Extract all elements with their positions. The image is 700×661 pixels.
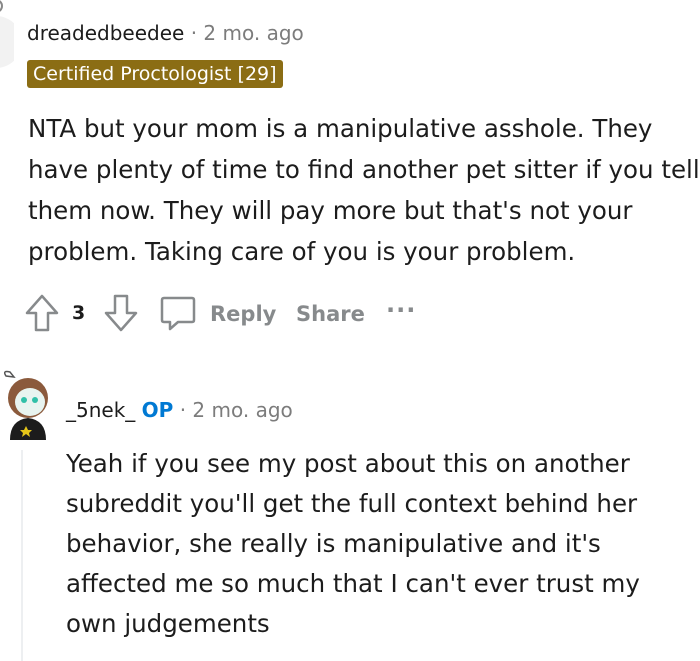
share-button[interactable]: Share	[296, 302, 365, 326]
user-flair: Certified Proctologist [29]	[27, 60, 283, 88]
reply-button[interactable]	[158, 293, 198, 337]
thread-line[interactable]	[21, 450, 23, 661]
avatar[interactable]	[0, 368, 56, 444]
comment-icon	[160, 296, 196, 331]
op-badge: OP	[141, 398, 174, 422]
more-icon[interactable]: ···	[386, 296, 416, 324]
comment-meta: dreadedbeedee · 2 mo. ago	[27, 21, 304, 45]
comment-body: NTA but your mom is a manipulative assho…	[28, 114, 700, 266]
vote-score: 3	[72, 302, 86, 324]
username[interactable]: _5nek_	[66, 398, 135, 422]
username[interactable]: dreadedbeedee	[27, 21, 184, 45]
avatar[interactable]	[0, 0, 22, 76]
meta-separator: ·	[190, 21, 198, 45]
downvote-icon	[104, 294, 138, 332]
downvote-button[interactable]	[103, 293, 139, 337]
timestamp[interactable]: 2 mo. ago	[192, 398, 292, 422]
meta-separator: ·	[179, 398, 187, 422]
comment-meta: _5nek_ OP · 2 mo. ago	[66, 398, 293, 422]
reply-label[interactable]: Reply	[210, 302, 276, 326]
comment-actions: 3 Reply Share ···	[24, 290, 444, 336]
upvote-icon	[25, 294, 59, 332]
timestamp[interactable]: 2 mo. ago	[203, 21, 303, 45]
comment-body: Yeah if you see my post about this on an…	[66, 449, 640, 638]
upvote-button[interactable]	[24, 293, 60, 337]
